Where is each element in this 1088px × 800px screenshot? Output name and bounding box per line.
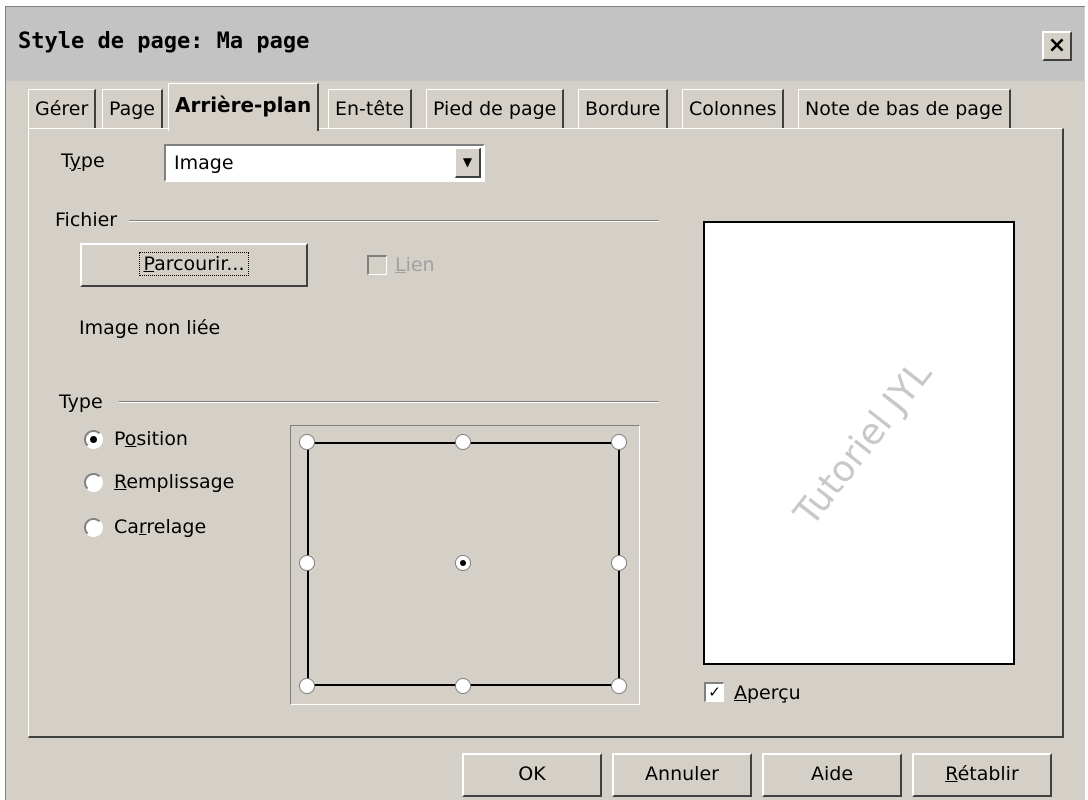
- type-select[interactable]: Image ▼: [164, 144, 485, 182]
- tab-label: Note de bas de page: [805, 98, 1003, 120]
- browse-label-rest: arcourir...: [154, 253, 245, 275]
- tab-label: Bordure: [585, 98, 661, 120]
- label-part: Ca: [114, 516, 139, 538]
- link-label: Lien: [395, 254, 435, 276]
- tab-label: En-tête: [335, 98, 405, 120]
- anchor-bottom-left[interactable]: [299, 678, 315, 694]
- radio-position[interactable]: [84, 430, 103, 449]
- help-button[interactable]: Aide: [762, 753, 902, 797]
- anchor-top-right[interactable]: [611, 434, 627, 450]
- anchor-middle-left[interactable]: [299, 555, 315, 571]
- type-label-accel: y: [69, 150, 81, 172]
- label-part: emplissage: [126, 471, 235, 493]
- label-part: relage: [146, 516, 207, 538]
- type-label: Type: [61, 150, 105, 172]
- preview-label-rest: perçu: [747, 682, 801, 704]
- tab-label: Pied de page: [433, 98, 557, 120]
- radio-position-label[interactable]: Position: [114, 428, 188, 450]
- radio-tile-label[interactable]: Carrelage: [114, 516, 206, 538]
- tab-en-tete[interactable]: En-tête: [328, 89, 413, 129]
- radio-tile[interactable]: [84, 518, 103, 537]
- background-tab-panel: Type Image ▼ Fichier Parcourir... Lien I…: [28, 128, 1064, 738]
- link-checkbox[interactable]: [367, 255, 387, 275]
- tab-label: Gérer: [35, 98, 89, 120]
- label-part: sition: [136, 428, 188, 450]
- ok-button[interactable]: OK: [462, 753, 602, 797]
- type-select-value: Image: [174, 152, 234, 174]
- label-accel: R: [114, 471, 127, 493]
- reset-accel: R: [945, 763, 958, 785]
- link-accel: L: [395, 254, 406, 276]
- browse-accel: P: [143, 253, 155, 275]
- tab-note-de-bas-de-page[interactable]: Note de bas de page: [798, 89, 1011, 129]
- tab-gerer[interactable]: Gérer: [28, 89, 97, 129]
- file-group-divider: [129, 220, 659, 222]
- image-status-text: Image non liée: [79, 317, 221, 339]
- anchor-bottom-right[interactable]: [611, 678, 627, 694]
- link-label-rest: ien: [405, 254, 435, 276]
- anchor-center[interactable]: [455, 555, 471, 571]
- kind-group-divider: [119, 401, 659, 403]
- type-label-part: pe: [80, 150, 105, 172]
- tab-page[interactable]: Page: [102, 89, 163, 129]
- page-style-dialog: Style de page: Ma page × Gérer Page Arri…: [5, 6, 1085, 800]
- preview-checkbox[interactable]: ✓: [704, 682, 724, 702]
- radio-fill-label[interactable]: Remplissage: [114, 471, 234, 493]
- chevron-down-icon[interactable]: ▼: [455, 148, 481, 178]
- anchor-middle-right[interactable]: [611, 555, 627, 571]
- browse-button-label: Parcourir...: [139, 252, 249, 276]
- reset-button[interactable]: Rétablir: [912, 753, 1052, 797]
- close-icon: ×: [1047, 33, 1067, 58]
- anchor-bottom-center[interactable]: [455, 678, 471, 694]
- browse-button[interactable]: Parcourir...: [80, 243, 308, 287]
- tab-bordure[interactable]: Bordure: [578, 89, 669, 129]
- cancel-button[interactable]: Annuler: [612, 753, 752, 797]
- tab-label: Arrière-plan: [175, 93, 312, 117]
- label-part: P: [114, 428, 125, 450]
- file-group-label: Fichier: [55, 209, 118, 231]
- radio-fill[interactable]: [84, 473, 103, 492]
- tab-pied-de-page[interactable]: Pied de page: [426, 89, 565, 129]
- preview-watermark: Tutoriel JYL: [786, 353, 940, 534]
- title-bar[interactable]: Style de page: Ma page ×: [6, 7, 1084, 81]
- label-accel: o: [124, 428, 137, 450]
- preview-pane: Tutoriel JYL: [703, 221, 1015, 665]
- close-button[interactable]: ×: [1042, 31, 1072, 61]
- preview-label: Aperçu: [734, 682, 801, 704]
- preview-accel: A: [734, 682, 747, 704]
- anchor-top-center[interactable]: [455, 434, 471, 450]
- tab-arriere-plan[interactable]: Arrière-plan: [168, 83, 320, 131]
- tab-label: Colonnes: [689, 98, 777, 120]
- reset-label-rest: établir: [957, 763, 1019, 785]
- type-label-part: T: [61, 150, 70, 172]
- position-anchor-grid: [290, 425, 640, 705]
- tab-label: Page: [109, 98, 155, 120]
- kind-group-label: Type: [59, 391, 103, 413]
- window-title: Style de page: Ma page: [18, 29, 310, 54]
- tab-colonnes[interactable]: Colonnes: [682, 89, 785, 129]
- anchor-top-left[interactable]: [299, 434, 315, 450]
